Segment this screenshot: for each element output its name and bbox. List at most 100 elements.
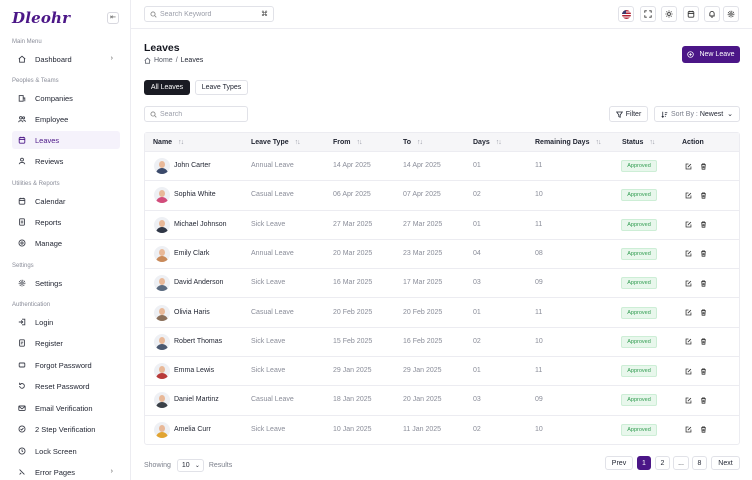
table-header: Name ↑↓ Leave Type ↑↓ From ↑↓ To ↑↓ Days ↑↓ R… xyxy=(145,133,739,152)
employee-name[interactable]: Sophia White xyxy=(174,191,216,198)
sidebar-item-email-verification[interactable]: Email Verification xyxy=(12,399,120,417)
global-search-input[interactable] xyxy=(160,10,258,18)
employee-name[interactable]: John Carter xyxy=(174,162,211,169)
edit-button[interactable] xyxy=(683,425,693,435)
column-header-days[interactable]: Days ↑↓ xyxy=(473,139,502,146)
column-header-remaining-days[interactable]: Remaining Days ↑↓ xyxy=(535,139,601,146)
column-header-to[interactable]: To ↑↓ xyxy=(403,139,423,146)
delete-button[interactable] xyxy=(698,308,708,318)
employee-name[interactable]: Amelia Curr xyxy=(174,426,211,433)
per-page-select[interactable]: 10 ⌄ xyxy=(176,459,204,472)
edit-button[interactable] xyxy=(683,278,693,288)
leave-days: 02 xyxy=(473,191,481,199)
sidebar-item-settings[interactable]: Settings xyxy=(12,274,120,292)
delete-button[interactable] xyxy=(698,395,708,405)
sidebar-item-label: Login xyxy=(35,317,54,327)
delete-button[interactable] xyxy=(698,425,708,435)
table-row: Daniel Martinz Casual Leave 18 Jan 2025 20 … xyxy=(145,386,739,416)
table-search-input[interactable] xyxy=(160,110,240,118)
sidebar-item-forgot-password[interactable]: Forgot Password xyxy=(12,356,120,374)
edit-button[interactable] xyxy=(683,190,693,200)
sidebar-item-label: Register xyxy=(35,338,63,348)
employee-name[interactable]: Daniel Martinz xyxy=(174,396,219,403)
breadcrumb: Home / Leaves xyxy=(144,57,203,64)
page-button-2[interactable]: 2 xyxy=(655,456,670,470)
column-header-status[interactable]: Status ↑↓ xyxy=(622,139,655,146)
delete-button[interactable] xyxy=(698,220,708,230)
delete-button[interactable] xyxy=(698,366,708,376)
leaves-table: Name ↑↓ Leave Type ↑↓ From ↑↓ To ↑↓ Days ↑↓ R… xyxy=(144,132,740,445)
prev-page-button[interactable]: Prev xyxy=(605,456,633,470)
lock-icon xyxy=(18,447,26,455)
next-page-button[interactable]: Next xyxy=(711,456,740,470)
settings-button[interactable] xyxy=(723,6,739,22)
reset-icon xyxy=(18,382,26,390)
delete-button[interactable] xyxy=(698,278,708,288)
edit-button[interactable] xyxy=(683,161,693,171)
theme-toggle-button[interactable] xyxy=(661,6,677,22)
employee-name[interactable]: Michael Johnson xyxy=(174,221,227,228)
delete-button[interactable] xyxy=(698,161,708,171)
sidebar-item-2-step-verification[interactable]: 2 Step Verification xyxy=(12,420,120,438)
calendar-button[interactable] xyxy=(683,6,699,22)
edit-button[interactable] xyxy=(683,395,693,405)
leave-from: 20 Mar 2025 xyxy=(333,249,373,257)
sidebar-item-manage[interactable]: Manage xyxy=(12,234,120,252)
login-icon xyxy=(18,318,26,326)
employee-name[interactable]: Olivia Haris xyxy=(174,309,210,316)
column-header-name[interactable]: Name ↑↓ xyxy=(153,139,184,146)
app-logo[interactable]: Dleohr xyxy=(12,9,70,27)
notifications-button[interactable] xyxy=(704,6,720,22)
tab-leave-types[interactable]: Leave Types xyxy=(195,80,248,95)
filter-button[interactable]: Filter xyxy=(609,106,648,122)
avatar xyxy=(154,216,170,233)
edit-button[interactable] xyxy=(683,220,693,230)
edit-button[interactable] xyxy=(683,337,693,347)
sidebar-item-error-pages[interactable]: Error Pages › xyxy=(12,463,120,480)
leave-from: 10 Jan 2025 xyxy=(333,425,372,433)
avatar xyxy=(154,304,170,321)
fullscreen-button[interactable] xyxy=(640,6,656,22)
sidebar-item-employee[interactable]: Employee xyxy=(12,110,120,128)
sidebar-item-register[interactable]: Register xyxy=(12,334,120,352)
global-search[interactable]: ⌘ xyxy=(144,6,274,22)
forgot-password-icon xyxy=(18,361,26,369)
edit-button[interactable] xyxy=(683,308,693,318)
employee-name[interactable]: Robert Thomas xyxy=(174,338,222,345)
employee-name[interactable]: Emily Clark xyxy=(174,250,209,257)
delete-button[interactable] xyxy=(698,337,708,347)
sidebar-item-reports[interactable]: Reports xyxy=(12,213,120,231)
sidebar-item-label: Forgot Password xyxy=(35,360,92,370)
tab-all-leaves[interactable]: All Leaves xyxy=(144,80,190,95)
edit-button[interactable] xyxy=(683,249,693,259)
sidebar-item-calendar[interactable]: Calendar xyxy=(12,192,120,210)
remaining-days: 08 xyxy=(535,249,543,257)
employee-name[interactable]: Emma Lewis xyxy=(174,367,214,374)
sidebar-item-reset-password[interactable]: Reset Password xyxy=(12,377,120,395)
sidebar-item-reviews[interactable]: Reviews xyxy=(12,152,120,170)
edit-button[interactable] xyxy=(683,366,693,376)
column-header-from[interactable]: From ↑↓ xyxy=(333,139,363,146)
table-search[interactable] xyxy=(144,106,248,122)
page-button-1[interactable]: 1 xyxy=(637,456,651,470)
column-header-leave-type[interactable]: Leave Type ↑↓ xyxy=(251,139,301,146)
sidebar-item-lock-screen[interactable]: Lock Screen xyxy=(12,442,120,460)
new-leave-button[interactable]: New Leave xyxy=(682,46,740,63)
page-button-8[interactable]: 8 xyxy=(692,456,707,470)
breadcrumb-home-link[interactable]: Home xyxy=(154,57,173,64)
page-title: Leaves xyxy=(144,42,180,54)
sidebar-item-leaves[interactable]: Leaves xyxy=(12,131,120,149)
building-icon xyxy=(18,94,26,102)
delete-button[interactable] xyxy=(698,190,708,200)
language-button[interactable] xyxy=(618,6,634,22)
sidebar-item-dashboard[interactable]: Dashboard › xyxy=(12,50,120,68)
sidebar-item-login[interactable]: Login xyxy=(12,313,120,331)
sort-dropdown[interactable]: Sort By : Newest ⌄ xyxy=(654,106,740,122)
employee-name[interactable]: David Anderson xyxy=(174,279,223,286)
sidebar-item-label: Calendar xyxy=(35,196,66,206)
delete-button[interactable] xyxy=(698,249,708,259)
sidebar-item-companies[interactable]: Companies xyxy=(12,89,120,107)
sort-arrows-icon: ↑↓ xyxy=(495,139,502,146)
avatar xyxy=(154,187,170,204)
sidebar-collapse-button[interactable]: ⇤ xyxy=(107,12,119,24)
